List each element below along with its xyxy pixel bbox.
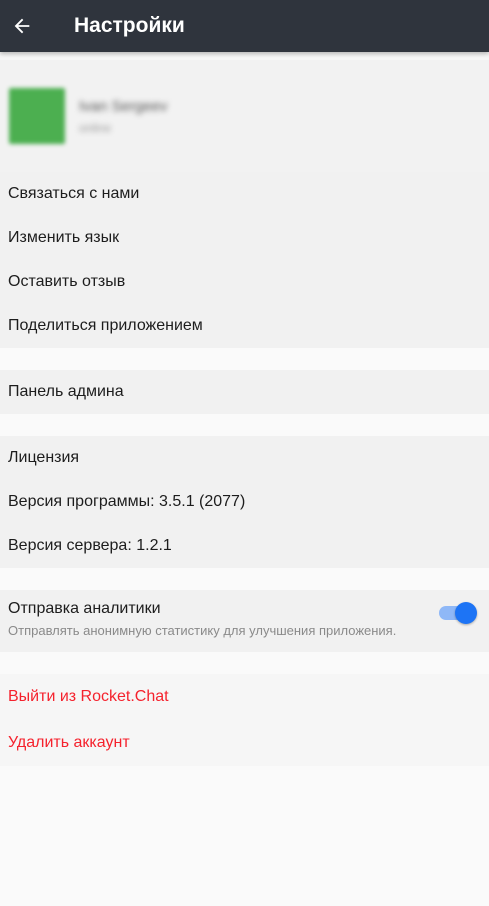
section-divider bbox=[0, 348, 489, 370]
leave-review-item[interactable]: Оставить отзыв bbox=[0, 260, 489, 304]
app-bar: Настройки bbox=[0, 0, 489, 52]
profile-card[interactable]: Ivan Sergeev online bbox=[0, 60, 489, 172]
change-language-item[interactable]: Изменить язык bbox=[0, 216, 489, 260]
app-version-item: Версия программы: 3.5.1 (2077) bbox=[8, 493, 246, 510]
analytics-toggle[interactable] bbox=[437, 602, 477, 624]
section-divider bbox=[0, 414, 489, 436]
section-divider bbox=[0, 568, 489, 590]
analytics-setting[interactable]: Отправка аналитики Отправлять анонимную … bbox=[0, 590, 489, 652]
section-divider bbox=[0, 652, 489, 674]
page-title: Настройки bbox=[74, 14, 185, 37]
delete-account-item[interactable]: Удалить аккаунт bbox=[0, 720, 489, 766]
analytics-description: Отправлять анонимную статистику для улуч… bbox=[8, 623, 397, 638]
arrow-left-icon bbox=[14, 18, 30, 34]
profile-status: online bbox=[79, 120, 112, 135]
license-item[interactable]: Лицензия bbox=[0, 436, 489, 480]
settings-section-admin: Панель админа bbox=[0, 370, 489, 414]
admin-panel-item[interactable]: Панель админа bbox=[0, 370, 489, 414]
analytics-title: Отправка аналитики bbox=[8, 600, 161, 617]
toggle-thumb bbox=[455, 602, 477, 624]
settings-section-support: Связаться с нами Изменить язык Оставить … bbox=[0, 172, 489, 348]
logout-item[interactable]: Выйти из Rocket.Chat bbox=[0, 674, 489, 720]
avatar bbox=[9, 88, 65, 144]
settings-section-info: Лицензия Версия программы: 3.5.1 (2077) … bbox=[0, 436, 489, 568]
server-version-item: Версия сервера: 1.2.1 bbox=[8, 537, 172, 554]
empty-area bbox=[0, 766, 489, 906]
back-button[interactable] bbox=[0, 0, 44, 52]
contact-us-item[interactable]: Связаться с нами bbox=[0, 172, 489, 216]
profile-name: Ivan Sergeev bbox=[79, 97, 168, 115]
share-app-item[interactable]: Поделиться приложением bbox=[0, 304, 489, 348]
settings-section-account: Выйти из Rocket.Chat Удалить аккаунт bbox=[0, 674, 489, 766]
